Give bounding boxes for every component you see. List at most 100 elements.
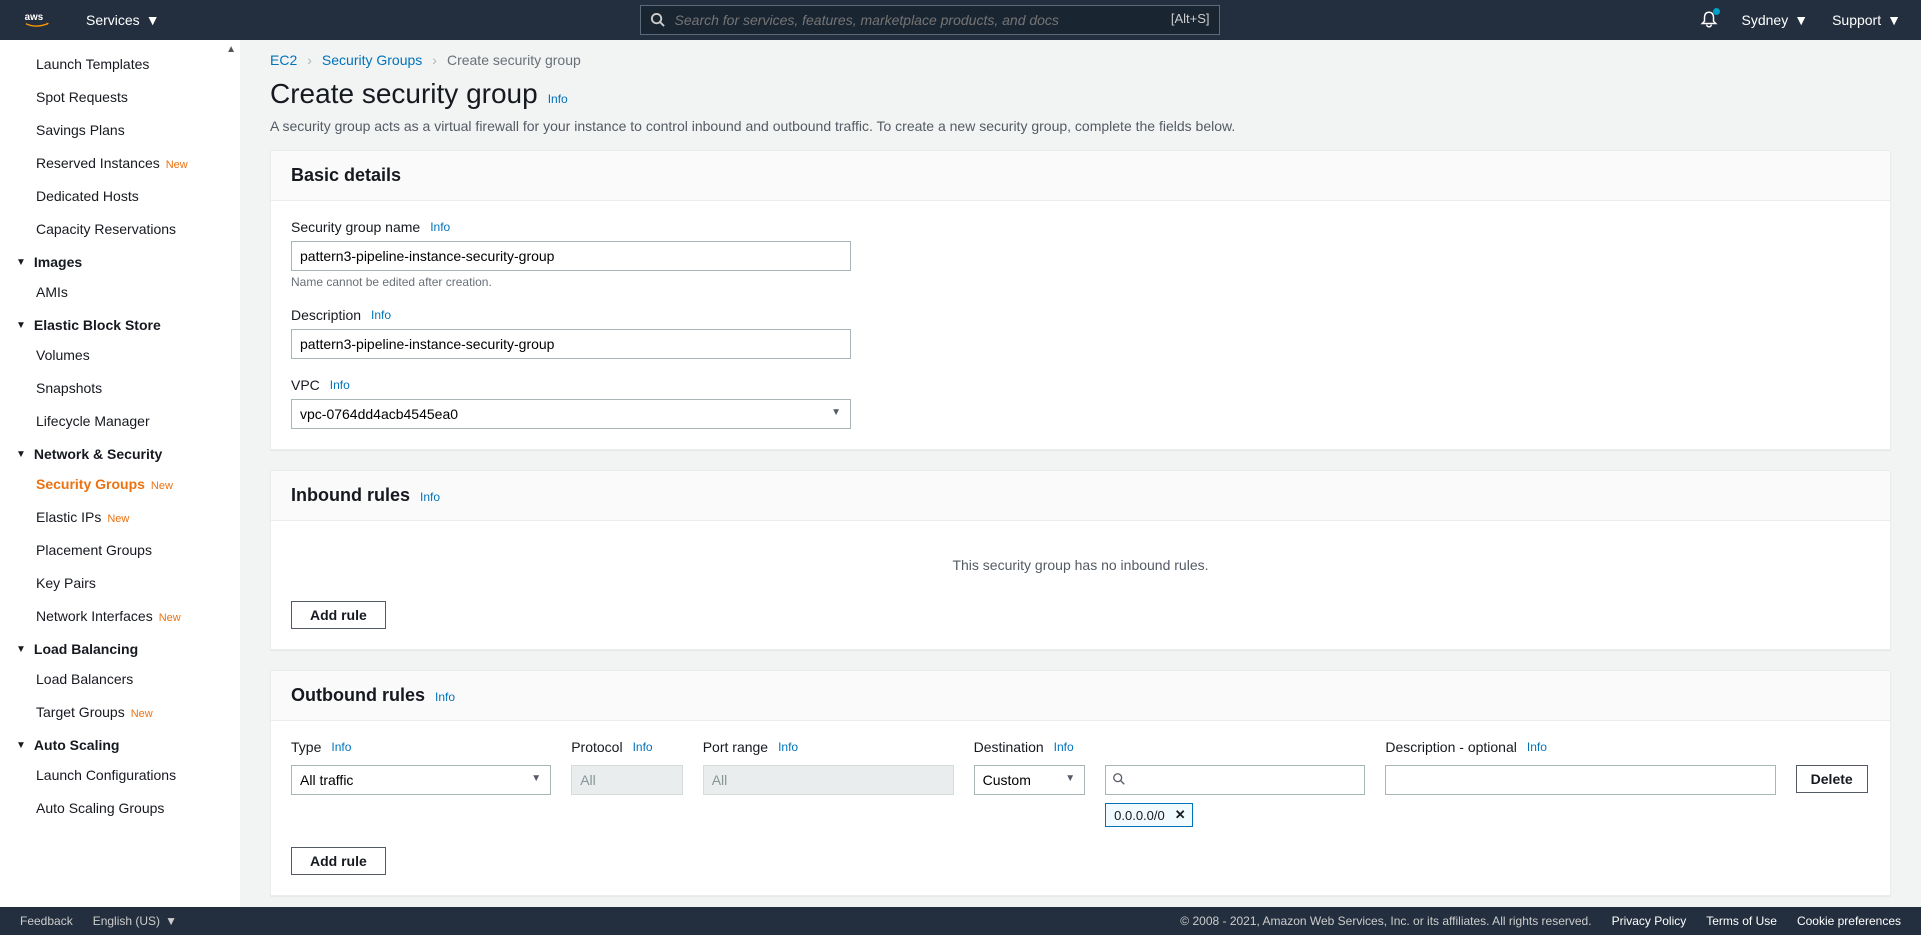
label-sg-name: Security group name [291,219,420,235]
language-selector[interactable]: English (US) ▼ [93,914,177,928]
caret-down-icon: ▼ [1887,12,1901,28]
input-rule-destination-search[interactable] [1105,765,1365,795]
terms-of-use-link[interactable]: Terms of Use [1706,914,1777,928]
panel-basic-details: Basic details Security group name Info N… [270,150,1891,450]
info-link[interactable]: Info [330,378,350,392]
global-search-input[interactable] [640,5,1220,35]
sidebar-item-placement-groups[interactable]: Placement Groups [0,534,240,567]
sidebar-item-lifecycle-manager[interactable]: Lifecycle Manager [0,405,240,438]
info-link[interactable]: Info [778,740,798,754]
delete-rule-button[interactable]: Delete [1796,765,1868,793]
topbar-right: Sydney ▼ Support ▼ [1700,10,1901,31]
sidebar-item-elastic-ips[interactable]: Elastic IPsNew [0,501,240,534]
search-shortcut-label: [Alt+S] [1171,11,1210,26]
hint-sg-name: Name cannot be edited after creation. [291,275,1870,289]
caret-down-icon: ▼ [1794,12,1808,28]
sidebar-section-ebs[interactable]: ▼Elastic Block Store [0,309,240,339]
label-description: Description [291,307,361,323]
caret-down-icon: ▼ [16,740,26,751]
chip-label: 0.0.0.0/0 [1114,808,1165,823]
info-link[interactable]: Info [548,92,568,106]
input-rule-description[interactable] [1385,765,1775,795]
sidebar-section-images[interactable]: ▼Images [0,246,240,276]
panel-header-basic: Basic details [271,151,1890,201]
add-inbound-rule-button[interactable]: Add rule [291,601,386,629]
caret-down-icon: ▼ [146,12,160,28]
services-menu[interactable]: Services ▼ [86,12,160,28]
caret-down-icon: ▼ [16,320,26,331]
input-rule-protocol [571,765,683,795]
sidebar-item-dedicated-hosts[interactable]: Dedicated Hosts [0,180,240,213]
sidebar-item-key-pairs[interactable]: Key Pairs [0,567,240,600]
new-badge: New [107,513,129,525]
sidebar-section-load-balancing[interactable]: ▼Load Balancing [0,633,240,663]
info-link[interactable]: Info [430,220,450,234]
sidebar-item-load-balancers[interactable]: Load Balancers [0,663,240,696]
sidebar-item-reserved-instances[interactable]: Reserved InstancesNew [0,147,240,180]
sidebar-item-snapshots[interactable]: Snapshots [0,372,240,405]
info-link[interactable]: Info [1054,740,1074,754]
support-menu[interactable]: Support ▼ [1832,12,1901,28]
feedback-link[interactable]: Feedback [20,914,73,928]
notifications-icon[interactable] [1700,10,1718,31]
page-description: A security group acts as a virtual firew… [270,118,1891,134]
label-vpc: VPC [291,377,320,393]
notification-dot-icon [1713,8,1720,15]
select-rule-type[interactable] [291,765,551,795]
caret-down-icon: ▼ [165,914,177,928]
breadcrumb-current: Create security group [447,52,581,68]
outbound-header-row: Type Info Protocol Info Port range [291,739,1870,761]
region-selector[interactable]: Sydney ▼ [1742,12,1809,28]
select-vpc[interactable] [291,399,851,429]
sidebar-item-network-interfaces[interactable]: Network InterfacesNew [0,600,240,633]
sidebar-item-amis[interactable]: AMIs [0,276,240,309]
remove-chip-icon[interactable]: ✕ [1175,807,1186,823]
select-rule-destination[interactable] [974,765,1086,795]
sidebar-item-launch-configurations[interactable]: Launch Configurations [0,759,240,792]
col-port-label: Port range [703,739,768,755]
input-description[interactable] [291,329,851,359]
panel-header-outbound: Outbound rules Info [271,671,1890,721]
info-link[interactable]: Info [371,308,391,322]
sidebar-section-auto-scaling[interactable]: ▼Auto Scaling [0,729,240,759]
col-type-label: Type [291,739,321,755]
add-outbound-rule-button[interactable]: Add rule [291,847,386,875]
sidebar-item-security-groups[interactable]: Security GroupsNew [0,468,240,501]
panel-inbound-rules: Inbound rules Info This security group h… [270,470,1891,650]
info-link[interactable]: Info [1527,740,1547,754]
caret-down-icon: ▼ [16,257,26,268]
sidebar-section-network-security[interactable]: ▼Network & Security [0,438,240,468]
sidebar-item-auto-scaling-groups[interactable]: Auto Scaling Groups [0,792,240,825]
sidebar-item-capacity-reservations[interactable]: Capacity Reservations [0,213,240,246]
info-link[interactable]: Info [435,690,455,704]
scroll-up-icon[interactable]: ▲ [226,44,236,55]
topbar: aws Services ▼ [Alt+S] Sydney ▼ Support … [0,0,1921,40]
info-link[interactable]: Info [420,490,440,504]
sidebar-item-spot-requests[interactable]: Spot Requests [0,81,240,114]
caret-down-icon: ▼ [16,644,26,655]
support-label: Support [1832,12,1881,28]
aws-logo[interactable]: aws [20,9,66,31]
region-label: Sydney [1742,12,1789,28]
services-label: Services [86,12,140,28]
breadcrumb: EC2 › Security Groups › Create security … [270,52,1891,68]
new-badge: New [151,480,173,492]
svg-text:aws: aws [25,12,44,23]
info-link[interactable]: Info [331,740,351,754]
sidebar-item-target-groups[interactable]: Target GroupsNew [0,696,240,729]
caret-down-icon: ▼ [16,449,26,460]
sidebar-item-launch-templates[interactable]: Launch Templates [0,48,240,81]
sidebar: ▲ Launch Templates Spot Requests Savings… [0,40,240,907]
col-desc-label: Description - optional [1385,739,1517,755]
sidebar-item-volumes[interactable]: Volumes [0,339,240,372]
breadcrumb-ec2[interactable]: EC2 [270,52,297,68]
privacy-policy-link[interactable]: Privacy Policy [1612,914,1687,928]
new-badge: New [159,612,181,624]
chevron-right-icon: › [432,52,437,68]
cookie-preferences-link[interactable]: Cookie preferences [1797,914,1901,928]
info-link[interactable]: Info [633,740,653,754]
breadcrumb-security-groups[interactable]: Security Groups [322,52,422,68]
input-sg-name[interactable] [291,241,851,271]
panel-header-inbound: Inbound rules Info [271,471,1890,521]
sidebar-item-savings-plans[interactable]: Savings Plans [0,114,240,147]
